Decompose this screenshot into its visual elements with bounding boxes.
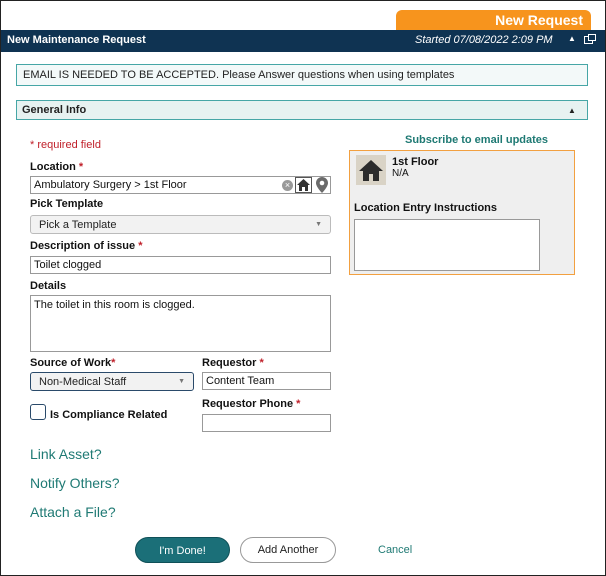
location-label: Location * [30,161,84,173]
notify-others-link[interactable]: Notify Others? [30,475,119,491]
subscribe-email-link[interactable]: Subscribe to email updates [405,134,548,146]
home-icon[interactable] [295,177,312,193]
chevron-down-icon: ▼ [315,221,322,228]
section-collapse-icon[interactable]: ▲ [568,106,576,115]
started-timestamp: Started 07/08/2022 2:09 PM [415,34,553,46]
details-textarea[interactable]: The toilet in this room is clogged. [30,295,331,352]
email-alert-banner: EMAIL IS NEEDED TO BE ACCEPTED. Please A… [16,64,588,86]
home-icon [356,155,386,185]
section-title: General Info [22,104,87,116]
required-field-note: * required field [30,139,101,151]
popout-icon[interactable] [584,34,596,44]
attach-file-link[interactable]: Attach a File? [30,504,116,520]
link-asset-link[interactable]: Link Asset? [30,446,102,462]
requestor-label: Requestor * [202,357,264,369]
cancel-button[interactable]: Cancel [378,544,412,556]
requestor-phone-input[interactable] [202,414,331,432]
pick-template-select[interactable]: Pick a Template ▼ [30,215,331,234]
collapse-icon[interactable]: ▲ [568,34,576,43]
compliance-label: Is Compliance Related [50,409,168,421]
new-request-tab[interactable]: New Request [396,10,591,30]
pick-template-label: Pick Template [30,198,104,210]
location-name: 1st Floor [392,156,439,168]
location-sub: N/A [392,168,409,179]
chevron-down-icon: ▼ [178,378,185,385]
description-label: Description of issue * [30,240,143,252]
requestor-input[interactable]: Content Team [202,372,331,390]
clear-icon[interactable]: × [282,180,293,191]
map-pin-icon[interactable] [316,177,328,196]
location-entry-label: Location Entry Instructions [354,202,498,214]
pick-template-value: Pick a Template [39,219,117,231]
general-info-section-header[interactable]: General Info ▲ [16,100,588,120]
dialog-header: New Maintenance Request Started 07/08/20… [1,30,605,52]
location-entry-textarea[interactable] [354,219,540,271]
description-input[interactable]: Toilet clogged [30,256,331,274]
compliance-checkbox[interactable] [30,404,46,420]
requestor-phone-label: Requestor Phone * [202,398,301,410]
source-of-work-select[interactable]: Non-Medical Staff ▼ [30,372,194,391]
details-label: Details [30,280,67,292]
dialog-title: New Maintenance Request [7,34,146,46]
done-button[interactable]: I'm Done! [135,537,230,563]
add-another-button[interactable]: Add Another [240,537,336,563]
source-of-work-value: Non-Medical Staff [39,376,127,388]
source-of-work-label: Source of Work* [30,357,116,369]
